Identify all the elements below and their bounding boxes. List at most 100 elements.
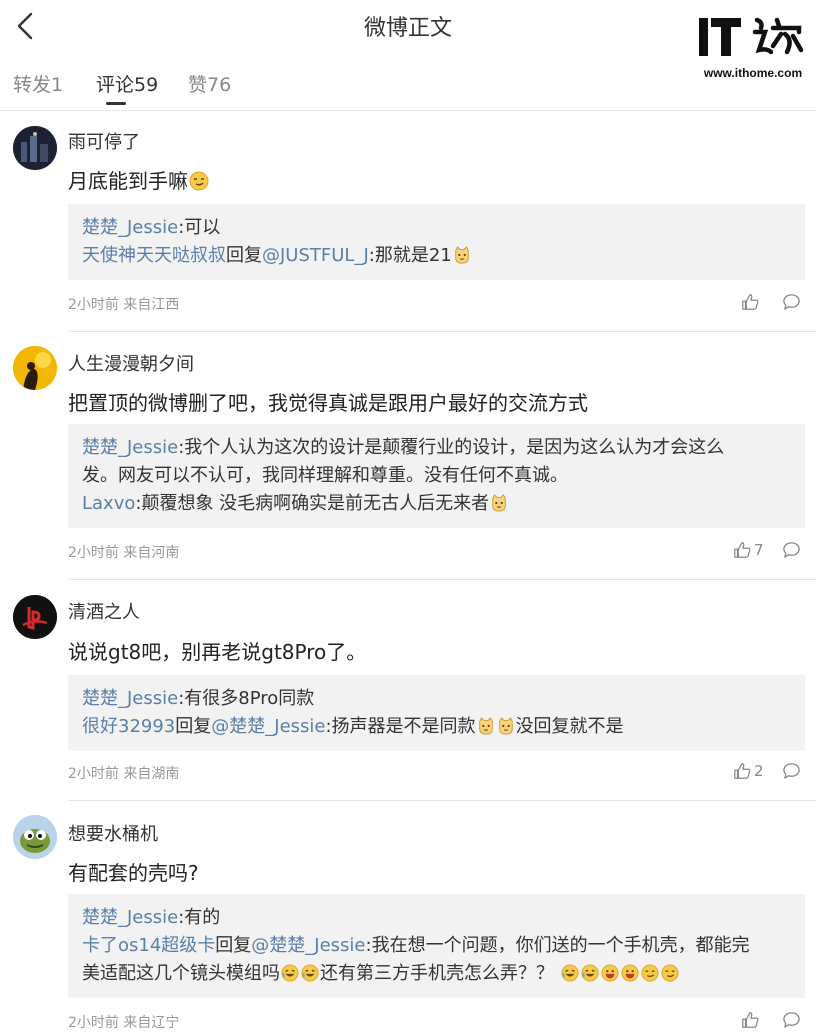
active-tab-indicator <box>106 102 126 105</box>
comment-text: 有配套的壳吗? <box>68 861 199 885</box>
speech-bubble-icon <box>783 763 800 779</box>
avatar[interactable] <box>13 815 57 859</box>
laughing-tears-emoji <box>301 964 319 982</box>
reply-button[interactable] <box>782 1011 801 1033</box>
reply-box: 楚楚_Jessie:可以 天使神天天哒叔叔回复@JUSTFUL_J:那就是21 <box>68 204 805 280</box>
reply-text: :有的 <box>178 907 221 928</box>
comment-username[interactable]: 雨可停了 <box>68 128 140 154</box>
like-button[interactable] <box>741 293 762 311</box>
reply-text: :有很多8Pro同款 <box>178 688 315 709</box>
reply-text: :我个人认为这次的设计是颠覆行业的设计，是因为这么认为才会这么 <box>178 437 725 458</box>
comment-text: 月底能到手嘛 <box>68 165 210 194</box>
comment-text: 说说gt8吧，别再老说gt8Pro了。 <box>68 640 367 664</box>
smug-face-emoji <box>641 964 659 982</box>
comment-tabs: 转发1 评论59 赞76 <box>0 56 690 108</box>
reply-word: 回复 <box>175 716 212 737</box>
reply-mention[interactable]: @楚楚_Jessie <box>251 935 365 956</box>
comment-username[interactable]: 清酒之人 <box>68 598 140 624</box>
reply-text-after: 没回复就不是 <box>515 716 624 737</box>
comment-meta: 2小时前 来自江西 <box>68 297 180 313</box>
reply-word: 回复 <box>215 935 252 956</box>
speech-bubble-icon <box>783 294 800 310</box>
reply-box: 楚楚_Jessie:我个人认为这次的设计是颠覆行业的设计，是因为这么认为才会这么… <box>68 424 805 528</box>
reply-button[interactable] <box>782 541 801 563</box>
comment-divider <box>68 579 816 580</box>
like-count: 2 <box>754 762 764 780</box>
reply-line-continued: 美适配这几个镜头模组吗 还有第三方手机壳怎么弄？？ <box>82 960 791 988</box>
avatar[interactable] <box>13 346 57 390</box>
avatar[interactable] <box>13 595 57 639</box>
reply-username[interactable]: 楚楚_Jessie <box>82 217 178 238</box>
avatar[interactable] <box>13 126 57 170</box>
reply-line: 楚楚_Jessie:有很多8Pro同款 <box>82 685 791 713</box>
reply-line: 卡了os14超级卡回复@楚楚_Jessie:我在想一个问题，你们送的一个手机壳，… <box>82 932 791 960</box>
reply-word: 回复 <box>226 245 262 266</box>
like-button[interactable]: 7 <box>733 541 764 559</box>
cat-face-emoji <box>492 494 506 512</box>
laughing-tears-emoji <box>561 964 579 982</box>
comment-username[interactable]: 人生漫漫朝夕间 <box>68 350 194 376</box>
reply-box: 楚楚_Jessie:有的 卡了os14超级卡回复@楚楚_Jessie:我在想一个… <box>68 894 805 998</box>
laughing-tears-emoji <box>281 964 299 982</box>
reply-box: 楚楚_Jessie:有很多8Pro同款 很好32993回复@楚楚_Jessie:… <box>68 675 805 751</box>
reply-username[interactable]: Laxvo <box>82 493 135 514</box>
tab-reposts[interactable]: 转发1 <box>13 70 63 97</box>
reply-text: :我在想一个问题，你们送的一个手机壳，都能完 <box>365 935 750 956</box>
comment-divider <box>68 800 816 801</box>
reply-mention[interactable]: @楚楚_Jessie <box>211 716 325 737</box>
reply-text: :扬声器是不是同款 <box>325 716 476 737</box>
reply-text: :那就是21 <box>368 245 452 266</box>
page-title: 微博正文 <box>363 16 452 41</box>
laughing-tears-emoji <box>581 964 599 982</box>
reply-username[interactable]: 楚楚_Jessie <box>82 688 178 709</box>
logo-site-url: www.ithome.com <box>703 66 803 80</box>
tabs-divider <box>0 110 816 111</box>
smug-face-emoji <box>661 964 679 982</box>
reply-text-continued: 还有第三方手机壳怎么弄？？ <box>320 963 554 984</box>
reply-line: Laxvo:颠覆想象 没毛病啊确实是前无古人后无来者 <box>82 490 791 518</box>
thumbs-up-icon <box>742 1012 759 1028</box>
like-button[interactable] <box>741 1011 762 1029</box>
thumbs-up-icon <box>742 294 759 310</box>
top-bar: 微博正文 <box>0 0 816 52</box>
reply-username[interactable]: 卡了os14超级卡 <box>82 935 215 956</box>
reply-line: 楚楚_Jessie:我个人认为这次的设计是颠覆行业的设计，是因为这么认为才会这么 <box>82 434 791 462</box>
reply-line: 天使神天天哒叔叔回复@JUSTFUL_J:那就是21 <box>82 242 791 270</box>
reply-username[interactable]: 楚楚_Jessie <box>82 907 178 928</box>
grinning-face-emoji <box>621 964 639 982</box>
reply-username[interactable]: 天使神天天哒叔叔 <box>82 245 226 266</box>
ithome-logo: www.ithome.com <box>697 14 809 84</box>
reply-username[interactable]: 很好32993 <box>82 716 175 737</box>
reply-line: 楚楚_Jessie:可以 <box>82 214 791 242</box>
ithome-logo-mark <box>699 17 804 56</box>
reply-text-continued: 美适配这几个镜头模组吗 <box>82 963 280 984</box>
reply-text: :可以 <box>178 217 221 238</box>
grinning-face-emoji <box>601 964 619 982</box>
tab-likes[interactable]: 赞76 <box>188 70 231 97</box>
thumbs-up-icon <box>734 542 751 558</box>
comment-text: 把置顶的微博删了吧，我觉得真诚是跟用户最好的交流方式 <box>68 391 588 415</box>
comment-username[interactable]: 想要水桶机 <box>68 820 158 846</box>
speech-bubble-icon <box>783 1012 800 1028</box>
comment-divider <box>68 331 816 332</box>
cat-face-emoji <box>498 717 513 735</box>
reply-text: :颠覆想象 没毛病啊确实是前无古人后无来者 <box>135 493 490 514</box>
reply-username[interactable]: 楚楚_Jessie <box>82 437 178 458</box>
comment-meta: 2小时前 来自河南 <box>68 545 180 561</box>
tab-comments[interactable]: 评论59 <box>96 70 158 97</box>
reply-button[interactable] <box>782 293 801 315</box>
smug-face-emoji <box>189 171 209 191</box>
comment-meta: 2小时前 来自湖南 <box>68 766 180 782</box>
reply-mention[interactable]: @JUSTFUL_J <box>262 245 369 266</box>
comment-meta: 2小时前 来自辽宁 <box>68 1015 180 1031</box>
reply-line: 楚楚_Jessie:有的 <box>82 904 791 932</box>
reply-line: 很好32993回复@楚楚_Jessie:扬声器是不是同款 没回复就不是 <box>82 713 791 741</box>
cat-face-emoji <box>455 246 469 264</box>
reply-line-continued: 发。网友可以不认可，我同样理解和尊重。没有任何不真诚。 <box>82 465 568 486</box>
comment-text-body: 月底能到手嘛 <box>68 169 188 193</box>
like-count: 7 <box>754 541 764 559</box>
speech-bubble-icon <box>783 542 800 558</box>
like-button[interactable]: 2 <box>733 762 764 780</box>
reply-button[interactable] <box>782 762 801 784</box>
thumbs-up-icon <box>734 763 751 779</box>
